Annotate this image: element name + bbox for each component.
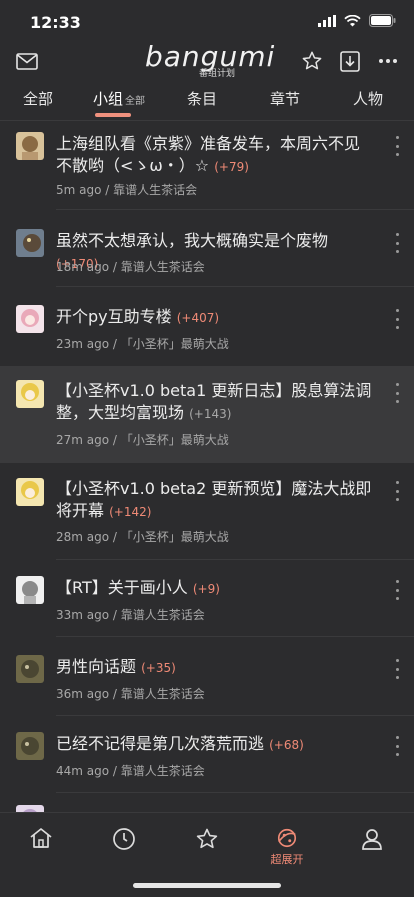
topic-more-button[interactable] [392,734,402,756]
mail-button[interactable] [12,46,42,76]
app-header: bangumi 番组计划 [0,40,414,79]
avatar [16,305,44,333]
avatar [16,576,44,604]
group-name: 靠谱人生茶话会 [120,687,205,701]
avatar [16,229,44,257]
group-name: 靠谱人生茶话会 [120,764,205,778]
topic-title: 【RT】关于画小人 (+9) [56,578,220,597]
topic-item[interactable]: 【小圣杯v1.0 beta1 更新日志】股息算法调整，大型均富现场 (+143)… [0,366,414,463]
reply-count: (+9) [192,582,220,596]
tab-user[interactable] [352,827,392,867]
topic-item[interactable]: 虽然不太想承认，我大概确实是个废物 (+170) 18m ago / 靠谱人生茶… [0,210,414,287]
topic-title: 男性向话题 (+35) [56,657,176,676]
reply-count: (+407) [176,311,220,325]
topic-list: 上海组队看《京紫》准备发车，本周六不见不散哟（<ゝω・）☆ (+79) 5m a… [0,120,414,820]
tab-all[interactable]: 全部 [23,88,53,109]
topic-meta: 23m ago / 「小圣杯」最萌大战 [56,337,229,351]
topic-meta: 5m ago / 靠谱人生茶话会 [56,183,198,197]
status-icons [318,14,396,27]
reply-count: (+143) [189,407,232,421]
signal-icon [318,14,336,27]
more-horizontal-icon [379,59,397,63]
avatar [16,732,44,760]
topic-title: 开个py互助专楼 (+407) [56,307,220,326]
topic-more-button[interactable] [392,307,402,329]
group-name: 靠谱人生茶话会 [113,183,198,197]
group-name: 「小圣杯」最萌大战 [120,433,229,447]
topic-more-button[interactable] [392,231,402,253]
planet-icon [277,828,297,848]
tab-episodes[interactable]: 章节 [270,88,300,109]
tab-people[interactable]: 人物 [353,88,383,109]
avatar [16,380,44,408]
tab-home[interactable] [21,827,61,867]
active-tab-indicator [95,113,131,117]
topic-item[interactable]: 男性向话题 (+35) 36m ago / 靠谱人生茶话会 [0,637,414,716]
home-icon [30,828,52,848]
topic-item[interactable]: 开个py互助专楼 (+407) 23m ago / 「小圣杯」最萌大战 [0,287,414,366]
topic-item[interactable]: 【RT】关于画小人 (+9) 33m ago / 靠谱人生茶话会 [0,560,414,637]
tab-groups-label: 小组 [93,90,124,108]
tab-rakuen[interactable]: 超展开 [267,827,307,867]
topic-meta: 44m ago / 靠谱人生茶话会 [56,764,205,778]
topic-title: 【小圣杯v1.0 beta1 更新日志】股息算法调整，大型均富现场 (+143) [56,381,372,422]
topic-meta: 18m ago / 靠谱人生茶话会 [56,260,205,274]
tab-rakuen-star[interactable] [187,827,227,867]
wifi-icon [344,14,361,26]
topic-more-button[interactable] [392,381,402,403]
download-icon [340,50,360,72]
topic-item[interactable]: 已经不记得是第几次落荒而逃 (+68) 44m ago / 靠谱人生茶话会 [0,716,414,793]
reply-count: (+35) [141,661,176,675]
topic-meta: 27m ago / 「小圣杯」最萌大战 [56,433,229,447]
topic-more-button[interactable] [392,657,402,679]
tab-rakuen-label: 超展开 [270,853,304,866]
star-icon [302,51,322,70]
tab-groups[interactable]: 小组 全部 [93,88,145,109]
reply-count: (+79) [214,160,249,174]
group-name: 「小圣杯」最萌大战 [120,337,229,351]
topic-more-button[interactable] [392,578,402,600]
topic-title: 【小圣杯v1.0 beta2 更新预览】魔法大战即将开幕 (+142) [56,479,372,520]
clock-icon [113,828,135,850]
star-icon [196,828,218,849]
tab-timeline[interactable] [104,827,144,867]
topic-more-button[interactable] [392,479,402,501]
topic-title: 已经不记得是第几次落荒而逃 (+68) [56,734,304,753]
topic-meta: 28m ago / 「小圣杯」最萌大战 [56,530,229,544]
category-tabs: 全部 小组 全部 条目 章节 人物 [0,80,414,121]
download-button[interactable] [335,46,365,76]
topic-more-button[interactable] [392,134,402,156]
status-time: 12:33 [30,13,81,32]
topic-meta: 36m ago / 靠谱人生茶话会 [56,687,205,701]
reply-count: (+142) [109,505,152,519]
tab-subjects[interactable]: 条目 [187,88,217,109]
group-name: 「小圣杯」最萌大战 [120,530,229,544]
topic-meta: 33m ago / 靠谱人生茶话会 [56,608,205,622]
home-indicator [133,883,281,888]
avatar [16,655,44,683]
group-name: 靠谱人生茶话会 [120,608,205,622]
status-bar: 12:33 [0,0,414,44]
topic-item[interactable]: 上海组队看《京紫》准备发车，本周六不见不散哟（<ゝω・）☆ (+79) 5m a… [0,120,414,210]
favorite-button[interactable] [297,46,327,76]
mail-icon [16,52,38,70]
more-menu-button[interactable] [373,46,403,76]
bangumi-logo: bangumi 番组计划 [145,40,274,79]
reply-count: (+68) [269,738,304,752]
tab-groups-sublabel: 全部 [125,96,146,107]
user-icon [362,829,382,850]
logo-subtitle: 番组计划 [199,69,236,79]
avatar [16,478,44,506]
topic-item[interactable]: 【小圣杯v1.0 beta2 更新预览】魔法大战即将开幕 (+142) 28m … [0,463,414,560]
group-name: 靠谱人生茶话会 [120,260,205,274]
battery-icon [369,14,396,27]
topic-title: 上海组队看《京紫》准备发车，本周六不见不散哟（<ゝω・）☆ (+79) [56,134,361,175]
avatar [16,132,44,160]
